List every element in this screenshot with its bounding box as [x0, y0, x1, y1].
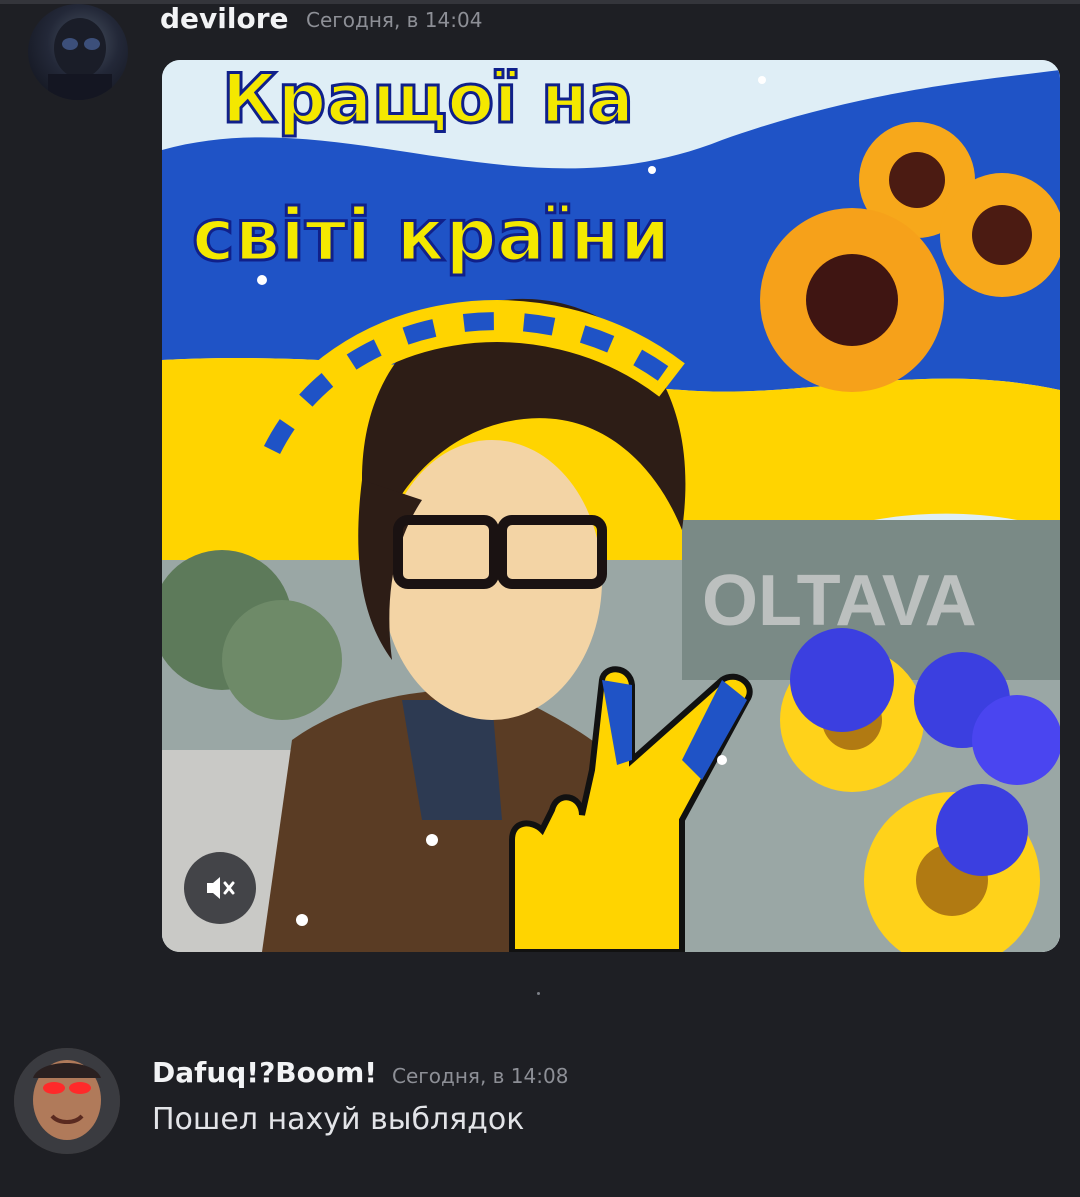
- message-timestamp: Сегодня, в 14:08: [392, 1064, 569, 1088]
- mute-button[interactable]: [184, 852, 256, 924]
- message-username[interactable]: Dafuq!?Boom!: [152, 1056, 377, 1089]
- user-avatar[interactable]: [28, 4, 128, 100]
- speaker-muted-icon: [207, 877, 235, 899]
- message-item: Dafuq!?Boom! Сегодня, в 14:08 Пошел наху…: [0, 1040, 1080, 1197]
- attachment-artwork: OLTAVA Кращої на світі країни: [162, 60, 1060, 952]
- message-username[interactable]: devilore: [160, 2, 289, 35]
- user-avatar[interactable]: [14, 1048, 120, 1154]
- video-attachment[interactable]: OLTAVA Кращої на світі країни: [162, 60, 1060, 952]
- separator-dot: [537, 992, 540, 995]
- attachment-caption-line1: Кращої на: [222, 60, 634, 139]
- message-text: Пошел нахуй выблядок: [152, 1102, 525, 1137]
- attachment-caption-line2: світі країни: [192, 193, 670, 277]
- message-timestamp: Сегодня, в 14:04: [306, 8, 483, 32]
- message-item: devilore Сегодня, в 14:04 OLTAVA Кращої …: [0, 0, 1080, 1000]
